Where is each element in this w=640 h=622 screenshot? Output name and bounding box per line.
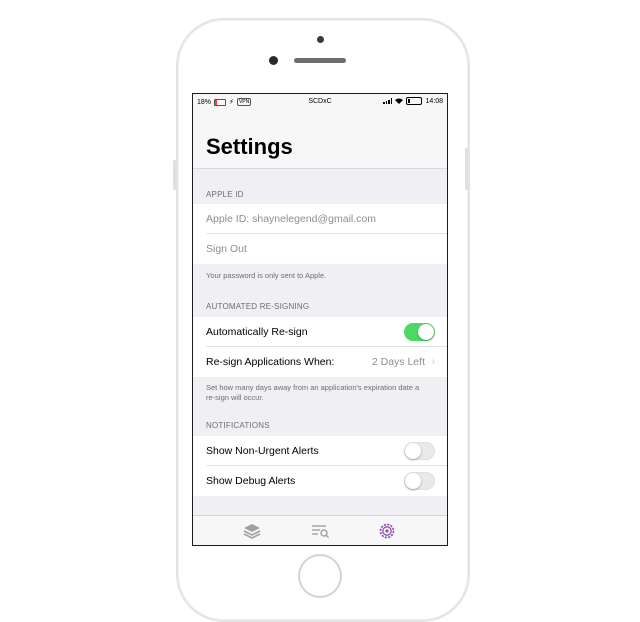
page-title: Settings bbox=[206, 134, 293, 159]
resign-when-label: Re-sign Applications When: bbox=[206, 356, 335, 368]
toggle-knob bbox=[405, 443, 421, 459]
signal-icon bbox=[383, 98, 393, 104]
stack-icon bbox=[243, 524, 261, 539]
non-urgent-label: Show Non-Urgent Alerts bbox=[206, 445, 319, 457]
side-button bbox=[465, 148, 468, 190]
proximity-sensor bbox=[269, 56, 278, 65]
apple-id-field-text: Apple ID: shaynelegend@gmail.com bbox=[206, 213, 376, 225]
apple-id-footer: Your password is only sent to Apple. bbox=[206, 271, 327, 280]
earpiece-speaker bbox=[294, 58, 346, 63]
auto-resign-label: Automatically Re-sign bbox=[206, 326, 308, 338]
list-search-icon bbox=[312, 525, 329, 538]
notifications-group: Show Non-Urgent Alerts Show Debug Alerts bbox=[193, 436, 447, 496]
tab-settings[interactable] bbox=[377, 522, 399, 542]
front-camera bbox=[317, 36, 324, 43]
non-urgent-row: Show Non-Urgent Alerts bbox=[193, 436, 447, 466]
navigation-bar: Settings bbox=[193, 110, 447, 169]
battery-status-icon bbox=[406, 97, 423, 105]
wifi-icon bbox=[395, 98, 404, 104]
apple-id-group: Apple ID: shaynelegend@gmail.com Sign Ou… bbox=[193, 204, 447, 264]
sign-out-button[interactable]: Sign Out bbox=[193, 234, 447, 264]
debug-row: Show Debug Alerts bbox=[193, 466, 447, 496]
volume-button bbox=[173, 160, 176, 190]
toggle-knob bbox=[405, 473, 421, 489]
resign-group: Automatically Re-sign Re-sign Applicatio… bbox=[193, 317, 447, 377]
sign-out-label: Sign Out bbox=[206, 243, 247, 255]
non-urgent-toggle[interactable] bbox=[404, 442, 435, 460]
debug-label: Show Debug Alerts bbox=[206, 475, 296, 487]
toggle-knob bbox=[418, 324, 434, 340]
chevron-right-icon: › bbox=[431, 356, 435, 367]
tab-bar bbox=[193, 515, 447, 545]
apple-id-field[interactable]: Apple ID: shaynelegend@gmail.com bbox=[193, 204, 447, 234]
tab-search[interactable] bbox=[310, 522, 332, 542]
resign-footer: Set how many days away from an applicati… bbox=[206, 383, 420, 402]
status-time: 14:08 bbox=[425, 97, 443, 105]
home-button[interactable] bbox=[298, 554, 342, 598]
auto-resign-row: Automatically Re-sign bbox=[193, 317, 447, 347]
status-right: 14:08 bbox=[383, 97, 443, 105]
status-bar: 18% ⚡ VPN SCDxC 14:08 bbox=[193, 94, 447, 110]
debug-toggle[interactable] bbox=[404, 472, 435, 490]
section-header-notifications: NOTIFICATIONS bbox=[206, 421, 270, 430]
resign-when-value: 2 Days Left bbox=[371, 356, 425, 368]
section-header-apple-id: APPLE ID bbox=[206, 190, 244, 199]
gear-icon bbox=[379, 523, 395, 539]
screen: 18% ⚡ VPN SCDxC 14:08 Settings APPLE ID … bbox=[192, 93, 448, 546]
section-header-resigning: AUTOMATED RE-SIGNING bbox=[206, 302, 310, 311]
resign-when-row[interactable]: Re-sign Applications When: 2 Days Left › bbox=[193, 347, 447, 377]
auto-resign-toggle[interactable] bbox=[404, 323, 435, 341]
tab-stack[interactable] bbox=[242, 522, 264, 542]
